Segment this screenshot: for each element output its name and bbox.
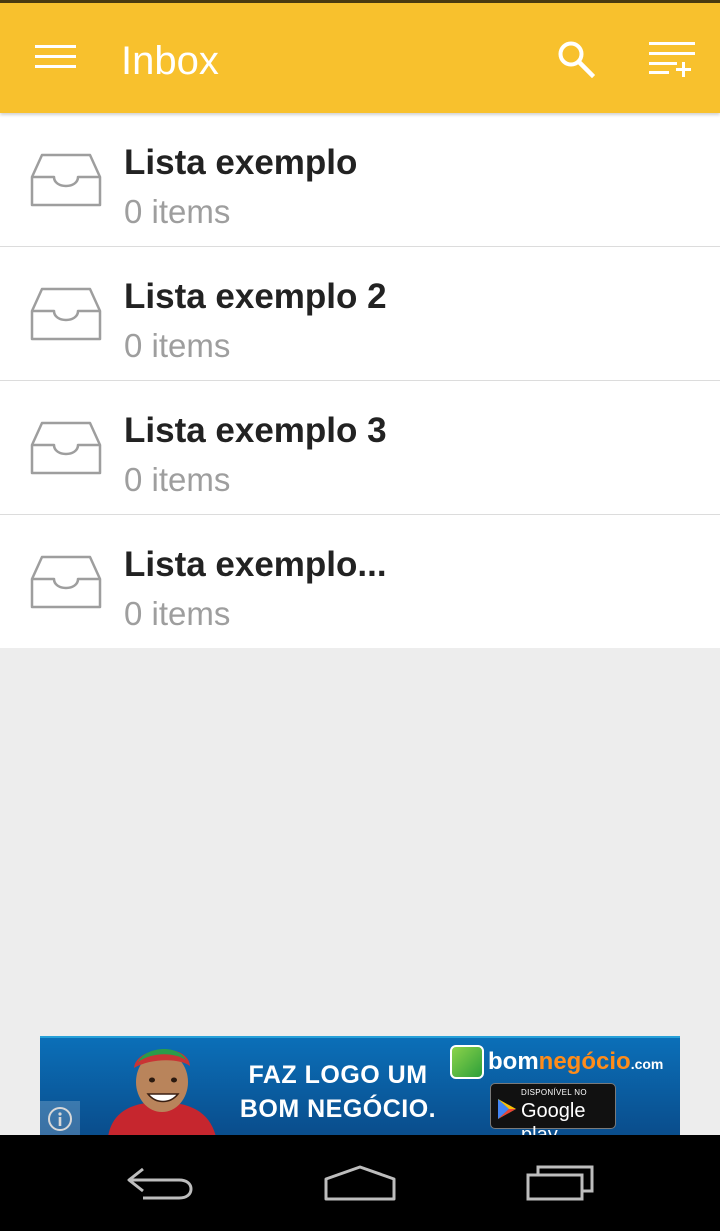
ad-person-image	[108, 1048, 216, 1135]
home-button[interactable]	[312, 1157, 408, 1209]
page-title: Inbox	[121, 39, 219, 83]
list-item-count: 0 items	[124, 327, 231, 364]
store-available-text: DISPONÍVEL NO	[521, 1088, 587, 1097]
inbox-tray-icon	[30, 287, 102, 341]
search-button[interactable]	[544, 29, 608, 89]
store-name-text: Google play	[521, 1100, 586, 1135]
list-name: Lista exemplo	[124, 143, 358, 182]
recents-button[interactable]	[512, 1157, 608, 1209]
hamburger-menu-icon	[35, 45, 76, 68]
back-button[interactable]	[112, 1157, 208, 1209]
list-of-lists: Lista exemplo 0 items Lista exemplo 2 0 …	[0, 113, 720, 648]
brand-box-icon	[450, 1045, 484, 1079]
ad-banner[interactable]: FAZ LOGO UM BOM NEGÓCIO. bomnegócio.com …	[40, 1036, 680, 1135]
add-list-button[interactable]	[638, 29, 708, 89]
back-icon	[127, 1167, 193, 1200]
inbox-tray-icon	[30, 421, 102, 475]
list-item-count: 0 items	[124, 193, 231, 230]
ad-brand-logo: bomnegócio.com	[450, 1042, 670, 1082]
google-play-badge[interactable]: DISPONÍVEL NO Google play	[490, 1083, 616, 1135]
list-name: Lista exemplo 3	[124, 411, 387, 450]
brand-bom: bom	[488, 1048, 539, 1075]
menu-button[interactable]	[24, 29, 88, 85]
brand-domain: .com	[630, 1056, 664, 1072]
system-nav-bar	[0, 1135, 720, 1231]
brand-negocio: negócio	[538, 1048, 631, 1075]
home-icon	[324, 1165, 396, 1201]
list-name: Lista exemplo...	[124, 545, 387, 584]
info-icon	[48, 1107, 72, 1131]
list-item-count: 0 items	[124, 595, 231, 632]
google-play-icon	[498, 1099, 516, 1119]
inbox-tray-icon	[30, 555, 102, 609]
ad-slogan: FAZ LOGO UM BOM NEGÓCIO.	[239, 1061, 437, 1123]
search-icon	[558, 41, 595, 78]
playlist-add-icon	[649, 42, 695, 77]
list-item[interactable]: Lista exemplo... 0 items	[0, 515, 720, 648]
list-item-count: 0 items	[124, 461, 231, 498]
recents-icon	[526, 1165, 594, 1201]
ad-brand-text: bomnegócio.com	[488, 1048, 663, 1076]
list-name: Lista exemplo 2	[124, 277, 387, 316]
list-item[interactable]: Lista exemplo 3 0 items	[0, 381, 720, 515]
list-item[interactable]: Lista exemplo 0 items	[0, 113, 720, 247]
inbox-tray-icon	[30, 153, 102, 207]
ad-info-button[interactable]	[40, 1101, 80, 1135]
app-bar: Inbox	[0, 0, 720, 113]
list-item[interactable]: Lista exemplo 2 0 items	[0, 247, 720, 381]
